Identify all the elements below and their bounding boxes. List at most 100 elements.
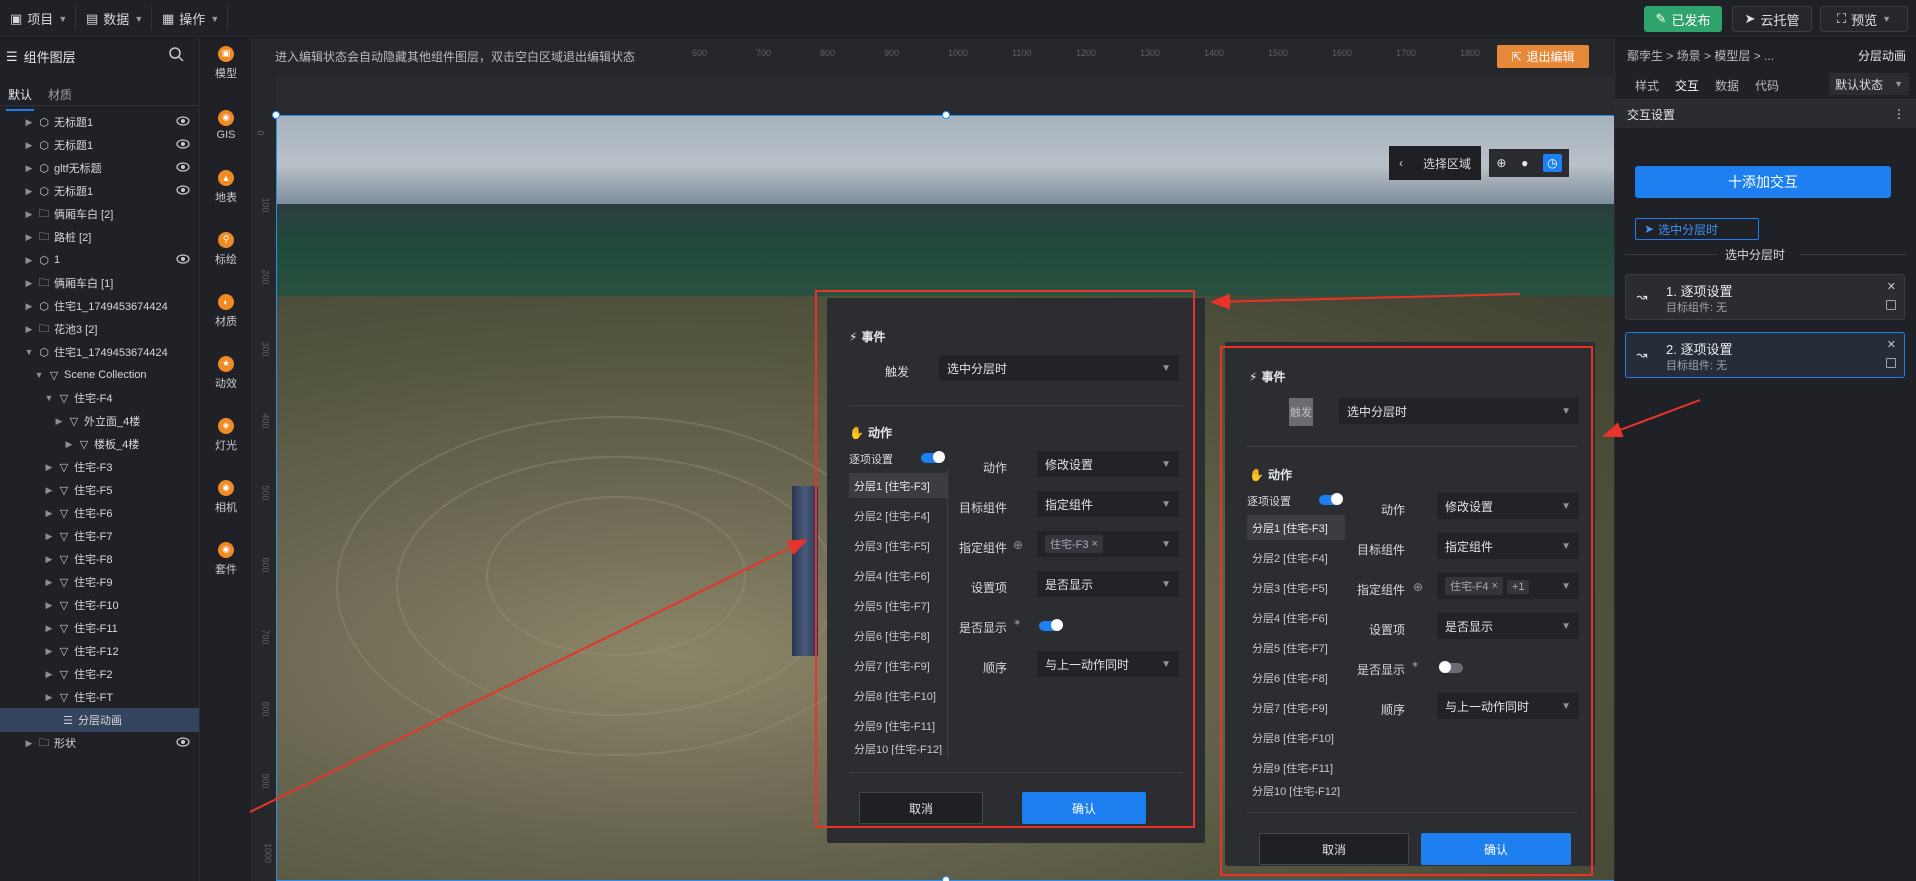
layer-list-item[interactable]: 分层10 [住宅-F12]	[1247, 785, 1345, 797]
close-icon[interactable]: ×	[1492, 580, 1498, 592]
tab-code[interactable]: 代码	[1755, 77, 1779, 94]
tab-data[interactable]: 数据	[1715, 77, 1739, 94]
layer-list-item[interactable]: 分层4 [住宅-F6]	[849, 563, 947, 588]
chevron-right-icon[interactable]: ▶	[44, 508, 54, 519]
eye-icon[interactable]	[176, 737, 190, 747]
resize-handle[interactable]	[942, 876, 950, 881]
tree-item[interactable]: ▶ ▽ 住宅-F11	[0, 616, 199, 640]
chevron-right-icon[interactable]: ▶	[54, 416, 64, 427]
setting-select[interactable]: 是否显示 ▼	[1437, 613, 1579, 639]
tool-gis[interactable]: ◉ GIS	[200, 100, 252, 150]
tool-kit[interactable]: ◉ 套件	[200, 534, 252, 584]
chevron-down-icon[interactable]: ▼	[44, 393, 54, 403]
menu-operation[interactable]: ▦ 操作 ▼	[154, 6, 229, 31]
layer-list-item[interactable]: 分层3 [住宅-F5]	[849, 533, 947, 558]
chevron-right-icon[interactable]: ▶	[44, 623, 54, 634]
tab-interaction[interactable]: 交互	[1672, 77, 1702, 104]
resize-handle[interactable]	[272, 111, 280, 119]
layer-list-item[interactable]: 分层1 [住宅-F3]	[849, 473, 947, 498]
item-toggle[interactable]	[1319, 493, 1343, 505]
chevron-right-icon[interactable]: ▶	[64, 439, 74, 450]
action-card[interactable]: ↝ 1. 逐项设置 目标组件: 无 ✕	[1625, 274, 1905, 320]
chevron-right-icon[interactable]: ▶	[44, 600, 54, 611]
tool-light[interactable]: ◈ 灯光	[200, 410, 252, 460]
tree-item[interactable]: ▶ ▽ 外立面_4楼	[0, 409, 199, 433]
close-icon[interactable]: ✕	[1887, 280, 1896, 293]
layer-list-item[interactable]: 分层2 [住宅-F4]	[849, 503, 947, 528]
tool-camera[interactable]: ◉ 相机	[200, 472, 252, 522]
tree-item[interactable]: ▶ ⬡ 1	[0, 248, 199, 272]
eye-icon[interactable]	[176, 116, 190, 126]
tree-item[interactable]: ☰ 分层动画	[0, 708, 199, 732]
tree-item[interactable]: ▼ ▽ 住宅-F4	[0, 386, 199, 410]
chevron-right-icon[interactable]: ▶	[24, 324, 34, 335]
layer-list-item[interactable]: 分层8 [住宅-F10]	[849, 683, 947, 708]
layer-list-item[interactable]: 分层10 [住宅-F12]	[849, 743, 947, 755]
layer-list-item[interactable]: 分层1 [住宅-F3]	[1247, 515, 1345, 540]
specify-select[interactable]: 住宅-F4 × +1 ▼	[1437, 573, 1579, 599]
action-card[interactable]: ↝ 2. 逐项设置 目标组件: 无 ✕	[1625, 332, 1905, 378]
clock-icon[interactable]: ◷	[1543, 154, 1562, 172]
tree-item[interactable]: ▶ 🗀 俩厢车白 [2]	[0, 202, 199, 226]
cancel-button[interactable]: 取消	[1259, 833, 1409, 865]
tree-item[interactable]: ▶ 🗀 形状	[0, 731, 199, 755]
tree-item[interactable]: ▶ ▽ 楼板_4楼	[0, 432, 199, 456]
action-select[interactable]: 修改设置 ▼	[1437, 493, 1579, 519]
breadcrumb[interactable]: 鄢孛生 > 场景 > 模型层 > ...	[1627, 47, 1774, 64]
confirm-button[interactable]: 确认	[1022, 792, 1146, 824]
tree-item[interactable]: ▶ 🗀 路桩 [2]	[0, 225, 199, 249]
resize-handle[interactable]	[942, 111, 950, 119]
layer-list-item[interactable]: 分层9 [住宅-F11]	[1247, 755, 1345, 780]
add-interaction-button[interactable]: 十添加交互	[1635, 166, 1891, 198]
chevron-right-icon[interactable]: ▶	[44, 692, 54, 703]
globe-icon[interactable]: ⊕	[1496, 156, 1506, 170]
tree-item[interactable]: ▶ ⬡ 无标题1	[0, 133, 199, 157]
tree-item[interactable]: ▶ ▽ 住宅-F2	[0, 662, 199, 686]
tree-item[interactable]: ▼ ▽ Scene Collection	[0, 363, 199, 387]
tool-terrain[interactable]: ▲ 地表	[200, 162, 252, 212]
layer-list-item[interactable]: 分层7 [住宅-F9]	[849, 653, 947, 678]
close-icon[interactable]: ×	[1092, 538, 1098, 550]
chevron-right-icon[interactable]: ▶	[24, 255, 34, 266]
specify-select[interactable]: 住宅-F3 × ▼	[1037, 531, 1179, 557]
circle-fill-icon[interactable]: ●	[1521, 156, 1528, 170]
layer-list-item[interactable]: 分层5 [住宅-F7]	[1247, 635, 1345, 660]
show-toggle[interactable]	[1439, 661, 1463, 673]
trigger-select[interactable]: 选中分层时 ▼	[939, 355, 1179, 381]
tab-default[interactable]: 默认	[5, 86, 35, 111]
target-select[interactable]: 指定组件 ▼	[1037, 491, 1179, 517]
residential-tower-model[interactable]	[792, 486, 818, 656]
tree-item[interactable]: ▶ ▽ 住宅-F5	[0, 478, 199, 502]
close-icon[interactable]: ✕	[1887, 338, 1896, 351]
tool-effect[interactable]: ★ 动效	[200, 348, 252, 398]
tree-item[interactable]: ▶ ▽ 住宅-F7	[0, 524, 199, 548]
chevron-right-icon[interactable]: ▶	[44, 669, 54, 680]
confirm-button[interactable]: 确认	[1421, 833, 1571, 865]
tree-item[interactable]: ▶ ⬡ 无标题1	[0, 179, 199, 203]
copy-icon[interactable]	[1886, 300, 1896, 310]
chevron-right-icon[interactable]: ▶	[44, 646, 54, 657]
layer-list-item[interactable]: 分层6 [住宅-F8]	[1247, 665, 1345, 690]
chevron-right-icon[interactable]: ▶	[44, 554, 54, 565]
preview-button[interactable]: ⛶ 预览 ▼	[1820, 6, 1908, 32]
chevron-right-icon[interactable]: ▶	[24, 117, 34, 128]
tab-style[interactable]: 样式	[1635, 77, 1659, 94]
action-select[interactable]: 修改设置 ▼	[1037, 451, 1179, 477]
tree-item[interactable]: ▶ ⬡ 无标题1	[0, 110, 199, 134]
layer-list-item[interactable]: 分层8 [住宅-F10]	[1247, 725, 1345, 750]
tree-item[interactable]: ▶ ▽ 住宅-F3	[0, 455, 199, 479]
order-select[interactable]: 与上一动作同时 ▼	[1037, 651, 1179, 677]
chevron-right-icon[interactable]: ▶	[24, 301, 34, 312]
chevron-down-icon[interactable]: ▼	[24, 347, 34, 357]
chevron-right-icon[interactable]: ▶	[24, 232, 34, 243]
exit-edit-button[interactable]: ⇱ 退出编辑	[1497, 45, 1589, 68]
setting-select[interactable]: 是否显示 ▼	[1037, 571, 1179, 597]
tree-item[interactable]: ▼ ⬡ 住宅1_1749453674424	[0, 340, 199, 364]
search-icon[interactable]	[168, 46, 184, 62]
chevron-right-icon[interactable]: ▶	[44, 462, 54, 473]
layer-list-item[interactable]: 分层4 [住宅-F6]	[1247, 605, 1345, 630]
show-toggle[interactable]	[1039, 619, 1063, 631]
tree-item[interactable]: ▶ 🗀 俩厢车白 [1]	[0, 271, 199, 295]
tool-material[interactable]: ◐ 材质	[200, 286, 252, 336]
tree-item[interactable]: ▶ ▽ 住宅-F10	[0, 593, 199, 617]
